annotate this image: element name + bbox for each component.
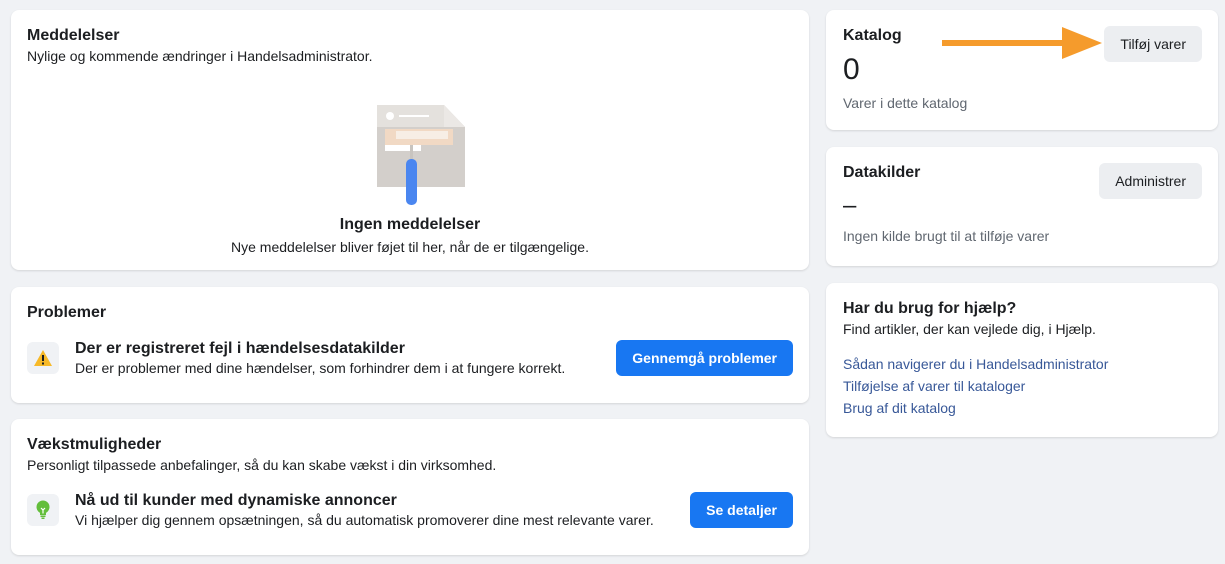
empty-notifications-illustration: [366, 95, 466, 205]
growth-item-subtitle: Vi hjælper dig gennem opsætningen, så du…: [75, 512, 654, 528]
problem-item: Der er registreret fejl i hændelsesdatak…: [27, 340, 793, 376]
growth-item-title: Nå ud til kunder med dynamiske annoncer: [75, 492, 397, 509]
help-link-use-catalog[interactable]: Brug af dit katalog: [843, 400, 1201, 416]
growth-item: Nå ud til kunder med dynamiske annoncer …: [27, 492, 793, 528]
problem-item-title: Der er registreret fejl i hændelsesdatak…: [75, 340, 405, 357]
review-problems-button[interactable]: Gennemgå problemer: [616, 340, 793, 376]
problems-title: Problemer: [27, 304, 107, 321]
manage-button[interactable]: Administrer: [1099, 163, 1202, 199]
see-details-button[interactable]: Se detaljer: [690, 492, 793, 528]
help-card: Har du brug for hjælp? Find artikler, de…: [826, 283, 1218, 437]
add-items-button[interactable]: Tilføj varer: [1104, 26, 1202, 62]
help-links: Sådan navigerer du i Handelsadministrato…: [843, 356, 1201, 416]
arrow-annotation-icon: [942, 27, 1102, 59]
problems-card: Problemer Der er registreret fejl i hænd…: [11, 287, 809, 403]
growth-card: Vækstmuligheder Personligt tilpassede an…: [11, 419, 809, 555]
empty-notifications-subtitle: Nye meddelelser bliver føjet til her, nå…: [231, 239, 589, 255]
growth-subtitle: Personligt tilpassede anbefalinger, så d…: [27, 457, 497, 473]
growth-title: Vækstmuligheder: [27, 436, 162, 453]
notifications-title: Meddelelser: [27, 27, 120, 44]
problem-item-subtitle: Der er problemer med dine hændelser, som…: [75, 360, 566, 376]
notifications-card: Meddelelser Nylige og kommende ændringer…: [11, 10, 809, 270]
datasources-caption: Ingen kilde brugt til at tilføje varer: [843, 228, 1050, 244]
help-link-add-items[interactable]: Tilføjelse af varer til kataloger: [843, 378, 1201, 394]
catalog-caption: Varer i dette katalog: [843, 95, 968, 111]
help-subtitle: Find artikler, der kan vejlede dig, i Hj…: [843, 321, 1096, 337]
help-link-navigate[interactable]: Sådan navigerer du i Handelsadministrato…: [843, 356, 1201, 372]
empty-notifications-title: Ingen meddelelser: [339, 216, 481, 233]
help-title: Har du brug for hjælp?: [843, 300, 1017, 317]
warning-icon: [27, 342, 59, 374]
datasources-card: Datakilder – Ingen kilde brugt til at ti…: [826, 147, 1218, 266]
notifications-subtitle: Nylige og kommende ændringer i Handelsad…: [27, 48, 373, 64]
lightbulb-icon: [27, 494, 59, 526]
